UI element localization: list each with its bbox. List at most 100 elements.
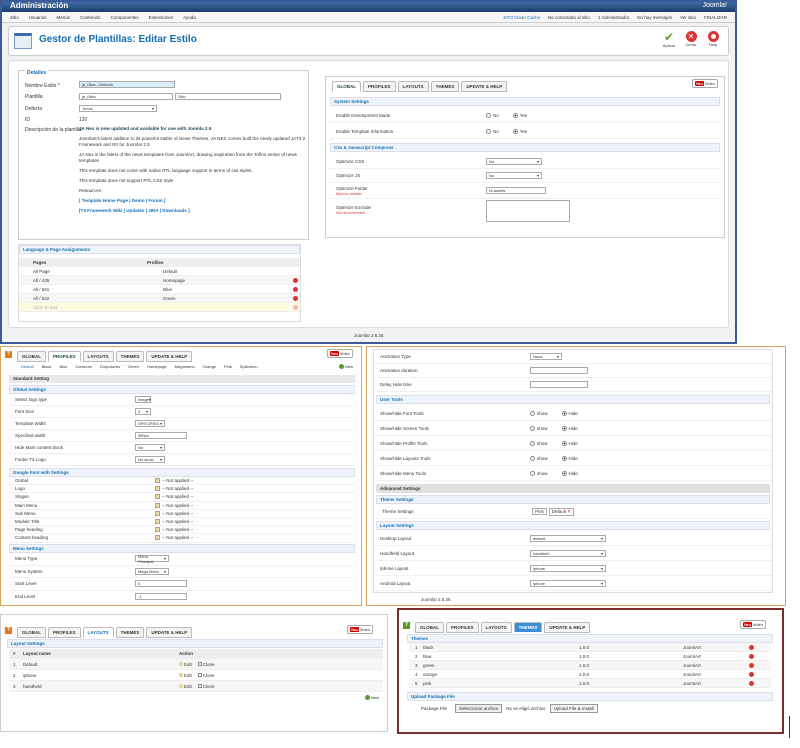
menu-item[interactable]: Extensiones (149, 15, 174, 20)
layout-settings-header[interactable]: Layout Settings (7, 639, 383, 648)
setting-select[interactable]: image ▾ (135, 396, 151, 403)
menu-select[interactable]: Mega Menu ▾ (135, 567, 169, 575)
menu-item[interactable]: Componentes (111, 15, 139, 20)
tab-themes[interactable]: THEMES (115, 351, 145, 362)
tab-update-help[interactable]: UPDATE & HELP (146, 351, 193, 362)
add-assignment-row[interactable]: Click To add (19, 303, 300, 312)
profile-tab[interactable]: Pink (224, 364, 232, 369)
edit-font-icon[interactable] (155, 519, 160, 525)
show-radio[interactable]: show (530, 455, 548, 461)
profile-tab[interactable]: Dropdowns (100, 364, 120, 369)
layout-select[interactable]: iphone ▾ (530, 564, 606, 572)
edit-layout-button[interactable]: Edit (179, 672, 192, 678)
tab-layouts[interactable]: LAYOUTS (397, 81, 429, 92)
hide-radio[interactable]: Hide (561, 410, 578, 416)
system-settings-header[interactable]: System Settings (330, 97, 720, 106)
close-button[interactable]: ✕ Cerrar (682, 31, 700, 47)
delete-icon[interactable] (749, 662, 754, 668)
menu-item[interactable]: Ayuda (183, 15, 196, 20)
new-layout-button[interactable]: New (364, 695, 379, 700)
table-row[interactable]: 3 handheld Edit Clone (9, 681, 383, 692)
show-radio[interactable]: show (530, 410, 548, 416)
edit-font-icon[interactable] (155, 527, 160, 533)
profile-tab[interactable]: Blue (59, 364, 67, 369)
user-tools-header[interactable]: User Tools (376, 395, 770, 404)
tab-global[interactable]: GLOBAL (415, 622, 444, 633)
resource-links-2[interactable]: [T3 Framework Wiki | Updates | JIRA | Do… (79, 208, 307, 214)
table-row[interactable]: 2 blue 1.0.0 JoomlArt (409, 652, 771, 661)
hide-radio[interactable]: Hide (561, 425, 578, 431)
tab-global[interactable]: GLOBAL (332, 81, 361, 92)
optimize-js-select[interactable]: No ▾ (486, 172, 542, 179)
hide-radio[interactable]: Hide (561, 455, 578, 461)
profile-tab[interactable]: Cameras (75, 364, 91, 369)
table-row[interactable]: All Page Default (19, 267, 300, 276)
profile-tab[interactable]: Megamenu (175, 364, 195, 369)
show-radio[interactable]: show (530, 425, 548, 431)
table-row[interactable]: All / 632 Green (19, 294, 300, 303)
delete-icon[interactable] (293, 295, 298, 301)
tab-update-help[interactable]: UPDATE & HELP (146, 627, 193, 638)
delete-icon[interactable] (749, 680, 754, 686)
help-icon[interactable]: ? (5, 627, 12, 634)
info-yes-radio[interactable]: Yes (512, 129, 527, 134)
tab-profiles[interactable]: PROFILES (446, 622, 479, 633)
default-select[interactable]: Todos ▾ (79, 105, 157, 112)
profile-tab-default[interactable]: Default (21, 364, 34, 369)
setting-select[interactable]: 3 ▾ (135, 408, 151, 415)
table-row[interactable]: All / 631 Blue (19, 285, 300, 294)
tab-profiles[interactable]: PROFILES (48, 351, 81, 362)
optimize-folder-input[interactable]: t3-assets (486, 187, 546, 194)
clone-layout-button[interactable]: Clone (197, 661, 215, 667)
delete-icon[interactable] (749, 644, 754, 650)
tab-profiles[interactable]: PROFILES (48, 627, 81, 638)
show-radio[interactable]: show (530, 440, 548, 446)
assignments-header[interactable]: Language & Page Assignments (19, 245, 300, 254)
edit-font-icon[interactable] (155, 478, 160, 484)
table-row[interactable]: 1 black 1.0.0 JoomlArt (409, 643, 771, 652)
help-icon[interactable]: ? (403, 622, 410, 629)
menu-item[interactable]: Contenido (80, 15, 101, 20)
optimize-exclude-textarea[interactable] (486, 200, 570, 222)
hide-radio[interactable]: Hide (561, 470, 578, 476)
setting-select[interactable]: No show ▾ (135, 456, 165, 463)
table-row[interactable]: 4 orange 1.0.0 JoomlArt (409, 670, 771, 679)
table-row[interactable]: 2 iphone Edit Clone (9, 670, 383, 681)
menu-settings-header[interactable]: Menu Settings (9, 544, 355, 553)
layout-settings-header[interactable]: Layout Settings (376, 521, 770, 530)
layout-select[interactable]: default ▾ (530, 534, 606, 542)
tab-profiles[interactable]: PROFILES (363, 81, 396, 92)
setting-select[interactable]: SPECIFIED ▾ (135, 420, 165, 427)
tab-layouts[interactable]: LAYOUTS (82, 351, 114, 362)
delete-icon[interactable] (293, 286, 298, 292)
tab-layouts[interactable]: LAYOUTS (82, 627, 114, 638)
edit-layout-button[interactable]: Edit (179, 661, 192, 667)
layout-select[interactable]: handheld ▾ (530, 549, 606, 557)
edit-font-icon[interactable] (155, 486, 160, 492)
tab-update-help[interactable]: UPDATE & HELP (544, 622, 591, 633)
profile-tab[interactable]: Orange (203, 364, 216, 369)
menu-level-input[interactable]: -1 (135, 592, 187, 600)
youtube-video-button[interactable]: You Video (346, 625, 373, 634)
status-view-site[interactable]: Ver sitio (680, 15, 696, 20)
delete-icon[interactable] (293, 277, 298, 283)
table-row[interactable]: All / 435 Homepage (19, 276, 300, 285)
theme-chip-pink[interactable]: Pink (532, 508, 547, 515)
css-js-header[interactable]: Css & Javascript Compress (330, 143, 720, 152)
status-messages[interactable]: No hay mensajes (637, 15, 672, 20)
show-radio[interactable]: show (530, 470, 548, 476)
youtube-video-button[interactable]: You Video (326, 349, 353, 358)
optimize-css-select[interactable]: No ▾ (486, 158, 542, 165)
themes-header[interactable]: Themes (407, 634, 773, 643)
delete-icon[interactable] (293, 304, 298, 310)
profile-tab[interactable]: Black (42, 364, 52, 369)
animation-input[interactable] (530, 381, 588, 388)
status-clean-cache[interactable]: JAT3 Clean Cache (503, 15, 540, 20)
delete-icon[interactable] (749, 653, 754, 659)
hide-radio[interactable]: Hide (561, 440, 578, 446)
info-no-radio[interactable]: No (486, 129, 499, 134)
help-icon[interactable]: ? (5, 351, 12, 358)
tab-themes[interactable]: THEMES (513, 622, 543, 633)
menu-item[interactable]: Sitio (10, 15, 19, 20)
tab-update-help[interactable]: UPDATE & HELP (461, 81, 508, 92)
